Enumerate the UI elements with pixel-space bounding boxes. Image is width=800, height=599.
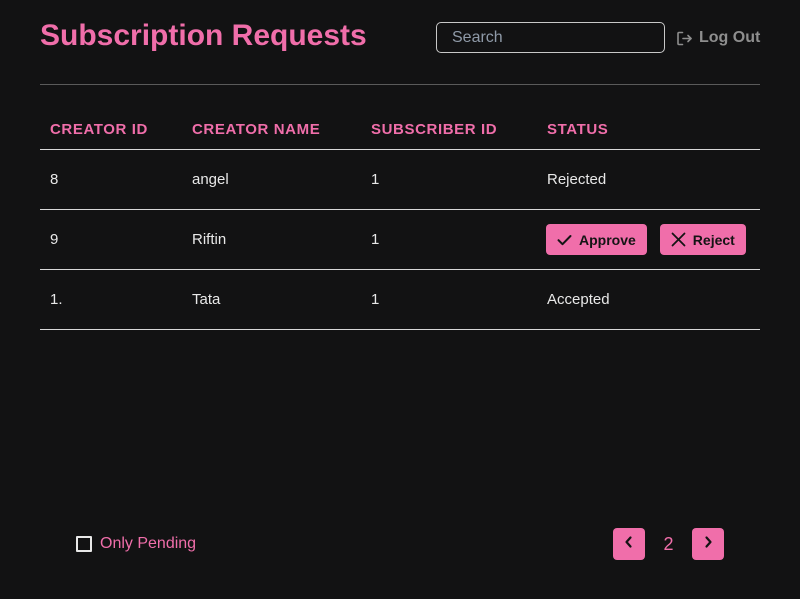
logout-button[interactable]: Log Out bbox=[676, 27, 760, 49]
subscription-requests-page: Subscription Requests Log Out CREATOR ID… bbox=[0, 0, 800, 599]
page-title: Subscription Requests bbox=[40, 19, 367, 52]
requests-table: CREATOR ID CREATOR NAME SUBSCRIBER ID ST… bbox=[40, 110, 760, 330]
current-page-number: 2 bbox=[663, 533, 674, 554]
creator-name-cell: angel bbox=[182, 149, 361, 210]
approve-button[interactable]: Approve bbox=[546, 224, 647, 255]
column-header-subscriber-id: SUBSCRIBER ID bbox=[361, 110, 537, 150]
creator-id-cell: 8 bbox=[40, 149, 182, 210]
table-header-row: CREATOR ID CREATOR NAME SUBSCRIBER ID ST… bbox=[40, 110, 760, 150]
creator-id-cell: 9 bbox=[40, 209, 182, 270]
subscriber-id-cell: 1 bbox=[361, 209, 537, 270]
next-page-button[interactable] bbox=[692, 528, 724, 560]
table-row: 8 angel 1 Rejected bbox=[40, 149, 760, 210]
check-icon bbox=[557, 234, 572, 246]
reject-label: Reject bbox=[692, 231, 735, 248]
header-divider bbox=[40, 84, 760, 85]
reject-button[interactable]: Reject bbox=[659, 224, 746, 255]
subscriber-id-cell: 1 bbox=[361, 149, 537, 210]
pagination: 2 bbox=[613, 528, 724, 560]
approve-label: Approve bbox=[579, 231, 636, 248]
table-row: 9 Riftin 1 Approve Reject bbox=[40, 209, 760, 270]
creator-id-cell: 1. bbox=[40, 269, 182, 330]
column-header-creator-name: CREATOR NAME bbox=[182, 110, 361, 150]
creator-name-cell: Riftin bbox=[182, 209, 361, 270]
chevron-right-icon bbox=[702, 535, 714, 554]
logout-icon bbox=[676, 30, 693, 47]
table-row: 1. Tata 1 Accepted bbox=[40, 269, 760, 330]
row-actions: Approve Reject bbox=[546, 224, 760, 255]
only-pending-label: Only Pending bbox=[100, 535, 197, 552]
status-rejected: Rejected bbox=[537, 149, 760, 210]
footer: Only Pending 2 bbox=[76, 528, 724, 560]
status-accepted: Accepted bbox=[537, 269, 760, 330]
close-icon bbox=[671, 232, 686, 247]
status-actions-cell: Approve Reject bbox=[537, 209, 760, 270]
column-header-creator-id: CREATOR ID bbox=[40, 110, 182, 150]
only-pending-checkbox[interactable] bbox=[76, 536, 92, 552]
logout-label: Log Out bbox=[699, 29, 761, 46]
prev-page-button[interactable] bbox=[613, 528, 645, 560]
creator-name-cell: Tata bbox=[182, 269, 361, 330]
chevron-left-icon bbox=[623, 535, 635, 554]
subscriber-id-cell: 1 bbox=[361, 269, 537, 330]
header: Subscription Requests Log Out bbox=[40, 18, 760, 58]
column-header-status: STATUS bbox=[537, 110, 760, 150]
only-pending-toggle[interactable]: Only Pending bbox=[76, 535, 196, 553]
search-input[interactable] bbox=[436, 22, 665, 53]
